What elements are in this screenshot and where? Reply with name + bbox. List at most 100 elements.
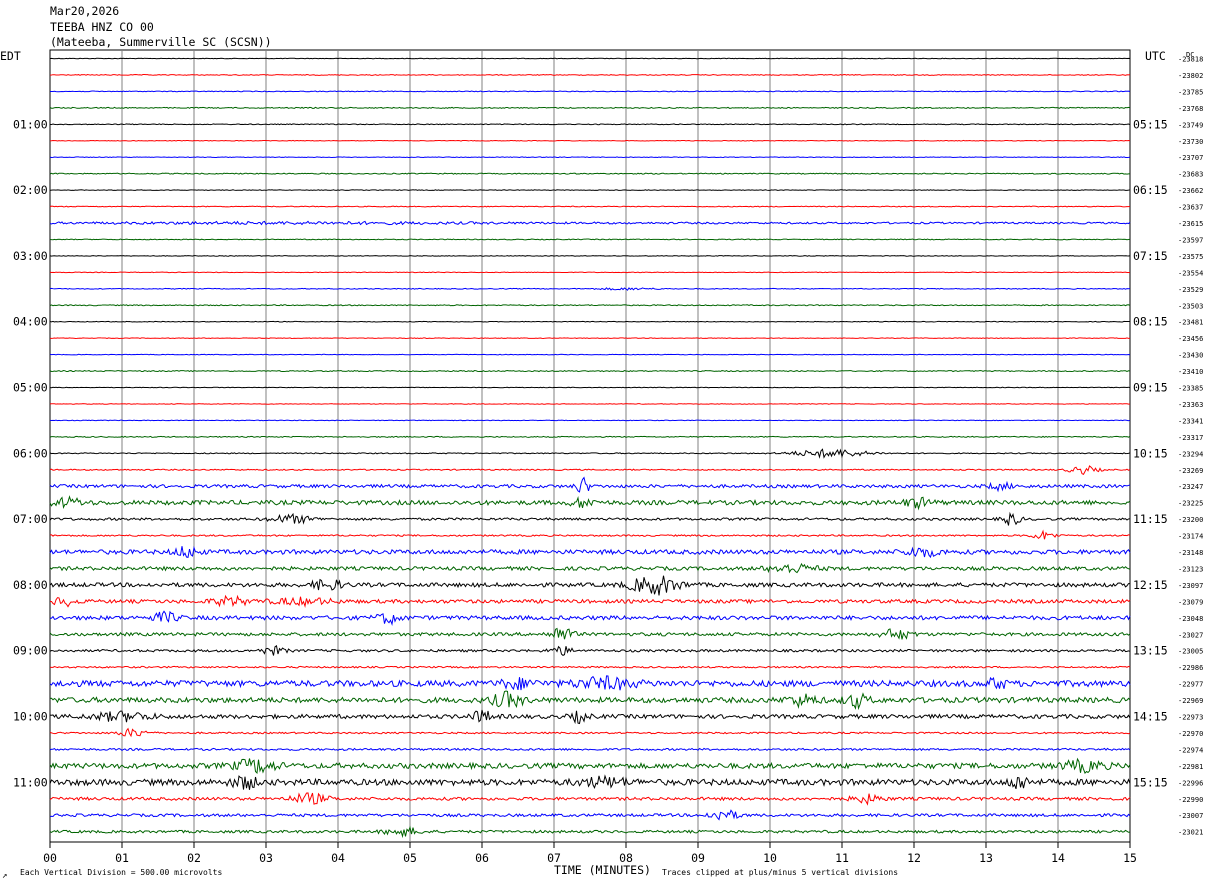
x-axis-title: TIME (MINUTES) bbox=[554, 863, 651, 877]
left-axis-title: EDT bbox=[0, 49, 21, 63]
dc-offset-label: -23225 bbox=[1178, 500, 1203, 508]
dc-offset-label: -23768 bbox=[1178, 105, 1203, 113]
dc-offset-label: -23662 bbox=[1178, 187, 1203, 195]
dc-offset-label: -22969 bbox=[1178, 697, 1203, 705]
corner-mark: ↗ bbox=[2, 871, 7, 881]
dc-offset-label: -23554 bbox=[1178, 269, 1203, 277]
trace-line bbox=[49, 271, 1131, 274]
edt-hour-label: 06:00 bbox=[13, 446, 48, 460]
trace-line bbox=[49, 353, 1131, 356]
dc-offset-label: -23148 bbox=[1178, 549, 1203, 557]
dc-offset-label: -23200 bbox=[1178, 516, 1203, 524]
dc-offset-label: -23749 bbox=[1178, 121, 1203, 129]
x-tick-label: 10 bbox=[763, 851, 777, 865]
trace-line bbox=[49, 403, 1131, 405]
x-tick-label: 00 bbox=[43, 851, 57, 865]
dc-offset-label: -23341 bbox=[1178, 417, 1203, 425]
dc-offset-label: -23637 bbox=[1178, 204, 1203, 212]
trace-line bbox=[49, 156, 1131, 159]
dc-offset-label: -23385 bbox=[1178, 385, 1203, 393]
chart-background bbox=[0, 0, 1210, 886]
dc-offset-label: -23027 bbox=[1178, 631, 1203, 639]
dc-offset-label: -23097 bbox=[1178, 582, 1203, 590]
dc-offset-label: -23430 bbox=[1178, 352, 1203, 360]
utc-hour-label: 14:15 bbox=[1133, 710, 1168, 724]
scale-note: Each Vertical Division = 500.00 microvol… bbox=[20, 868, 222, 877]
dc-offset-label: -23503 bbox=[1178, 302, 1203, 310]
x-tick-label: 15 bbox=[1123, 851, 1137, 865]
x-tick-label: 05 bbox=[403, 851, 417, 865]
x-tick-label: 01 bbox=[115, 851, 129, 865]
dc-offset-label: -23802 bbox=[1178, 72, 1203, 80]
dc-offset-label: -23683 bbox=[1178, 171, 1203, 179]
dc-offset-label: -23021 bbox=[1178, 829, 1203, 837]
utc-hour-label: 12:15 bbox=[1133, 578, 1168, 592]
edt-hour-label: 10:00 bbox=[13, 710, 48, 724]
dc-offset-label: -23007 bbox=[1178, 812, 1203, 820]
x-tick-label: 11 bbox=[835, 851, 849, 865]
trace-line bbox=[49, 139, 1131, 142]
utc-hour-label: 13:15 bbox=[1133, 644, 1168, 658]
trace-line bbox=[49, 255, 1131, 257]
utc-hour-label: 05:15 bbox=[1133, 117, 1168, 131]
x-tick-label: 09 bbox=[691, 851, 705, 865]
utc-hour-label: 15:15 bbox=[1133, 775, 1168, 789]
edt-hour-label: 05:00 bbox=[13, 381, 48, 395]
dc-offset-label: -23247 bbox=[1178, 483, 1203, 491]
dc-offset-label: -22973 bbox=[1178, 714, 1203, 722]
trace-line bbox=[49, 337, 1131, 339]
dc-offset-label: -23123 bbox=[1178, 565, 1203, 573]
edt-hour-label: 04:00 bbox=[13, 315, 48, 329]
helicorder-chart: Mar20,2026 TEEBA HNZ CO 00 (Mateeba, Sum… bbox=[0, 0, 1210, 886]
dc-offset-label: -23294 bbox=[1178, 450, 1203, 458]
utc-hour-label: 08:15 bbox=[1133, 315, 1168, 329]
dc-offset-label: -23597 bbox=[1178, 236, 1203, 244]
x-tick-label: 12 bbox=[907, 851, 921, 865]
edt-hour-label: 08:00 bbox=[13, 578, 48, 592]
dc-offset-label: -23456 bbox=[1178, 335, 1203, 343]
edt-hour-label: 09:00 bbox=[13, 644, 48, 658]
dc-offset-label: -23575 bbox=[1178, 253, 1203, 261]
dc-offset-label: -23317 bbox=[1178, 434, 1203, 442]
utc-hour-label: 06:15 bbox=[1133, 183, 1168, 197]
header-date: Mar20,2026 bbox=[50, 4, 119, 18]
trace-line bbox=[49, 386, 1131, 389]
x-tick-label: 13 bbox=[979, 851, 993, 865]
trace-line bbox=[49, 205, 1131, 208]
dc-offset-label: -22986 bbox=[1178, 664, 1203, 672]
clip-note: Traces clipped at plus/minus 5 vertical … bbox=[662, 868, 898, 877]
x-tick-label: 06 bbox=[475, 851, 489, 865]
utc-hour-label: 07:15 bbox=[1133, 249, 1168, 263]
dc-offset-label: -23005 bbox=[1178, 648, 1203, 656]
dc-offset-label: -23269 bbox=[1178, 467, 1203, 475]
dc-offset-label: -22974 bbox=[1178, 746, 1203, 754]
right-axis-title: UTC bbox=[1145, 49, 1166, 63]
dc-offset-label: -22996 bbox=[1178, 779, 1203, 787]
dc-offset-label: -23363 bbox=[1178, 401, 1203, 409]
dc-offset-label: -23529 bbox=[1178, 286, 1203, 294]
x-tick-label: 14 bbox=[1051, 851, 1065, 865]
utc-hour-label: 11:15 bbox=[1133, 512, 1168, 526]
dc-offset-label: -23730 bbox=[1178, 138, 1203, 146]
edt-hour-label: 01:00 bbox=[13, 117, 48, 131]
dc-offset-label: -22977 bbox=[1178, 681, 1203, 689]
x-tick-label: 03 bbox=[259, 851, 273, 865]
trace-line bbox=[49, 320, 1131, 323]
edt-hour-label: 07:00 bbox=[13, 512, 48, 526]
x-tick-label: 04 bbox=[331, 851, 345, 865]
dc-offset-label: -23048 bbox=[1178, 615, 1203, 623]
utc-hour-label: 09:15 bbox=[1133, 381, 1168, 395]
dc-offset-label: -22981 bbox=[1178, 763, 1203, 771]
utc-hour-label: 10:15 bbox=[1133, 446, 1168, 460]
trace-line bbox=[49, 189, 1131, 191]
x-tick-label: 02 bbox=[187, 851, 201, 865]
dc-offset-label: -23615 bbox=[1178, 220, 1203, 228]
trace-line bbox=[49, 57, 1131, 60]
dc-offset-label: -23785 bbox=[1178, 88, 1203, 96]
edt-hour-label: 03:00 bbox=[13, 249, 48, 263]
dc-offset-label: -23410 bbox=[1178, 368, 1203, 376]
dc-offset-label: -23079 bbox=[1178, 598, 1203, 606]
dc-offset-label: -23481 bbox=[1178, 319, 1203, 327]
dc-offset-label: -22970 bbox=[1178, 730, 1203, 738]
dc-offset-label: -23818 bbox=[1178, 56, 1203, 64]
